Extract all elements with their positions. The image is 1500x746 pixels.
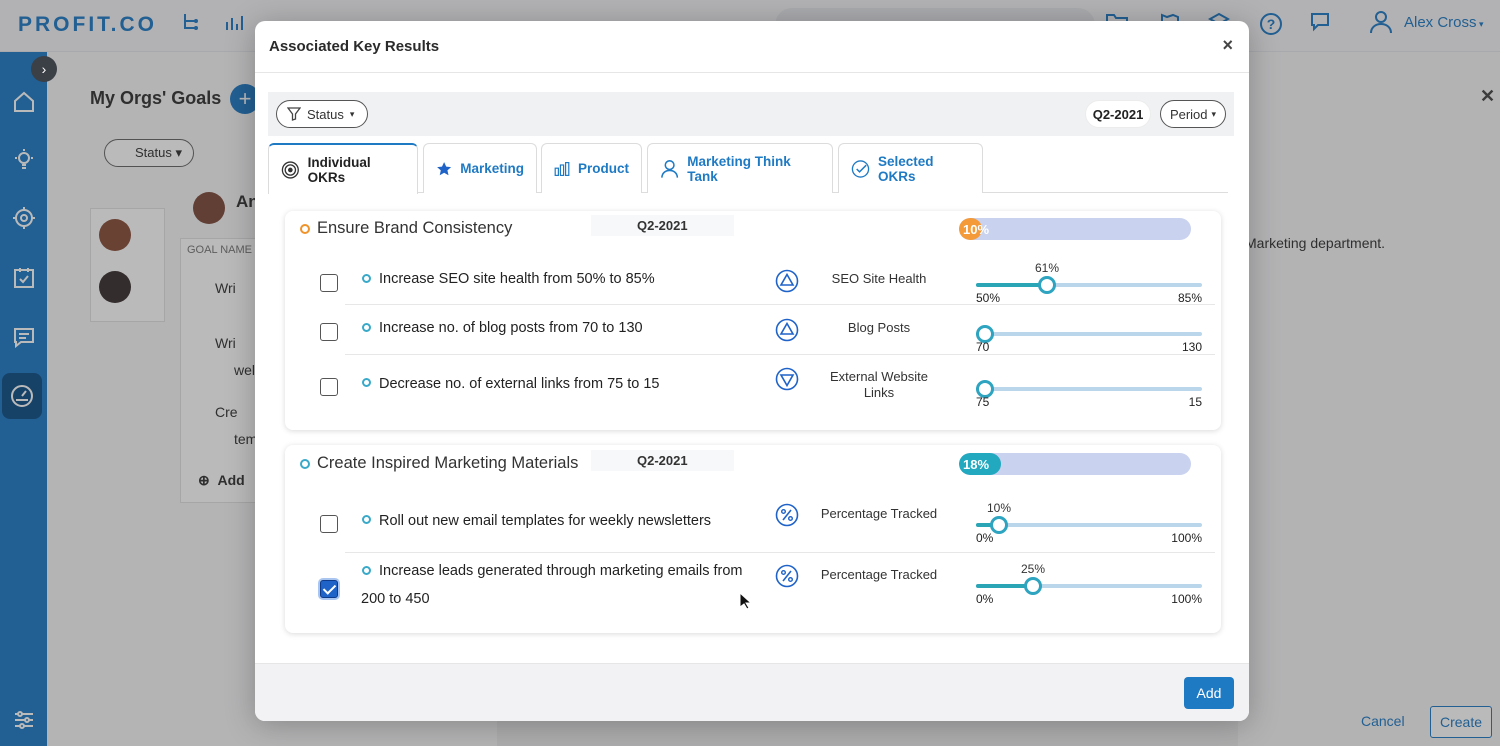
key-result-checkbox[interactable] <box>320 274 338 292</box>
close-icon[interactable]: × <box>1222 35 1233 56</box>
objective-progress-fill: 10% <box>959 218 989 240</box>
slider-min: 0% <box>976 531 994 545</box>
slider-value: 61% <box>1034 261 1060 275</box>
tab-marketing-think-tank[interactable]: Marketing Think Tank <box>647 143 833 193</box>
key-result-progress-slider[interactable]: 61% 50% 85% <box>976 261 1202 307</box>
slider-fill <box>976 283 1047 287</box>
slider-min: 50% <box>976 291 1001 305</box>
slider-track <box>976 332 1202 336</box>
objective-progress-bar: 10% <box>959 218 1191 240</box>
slider-handle[interactable] <box>1024 577 1042 595</box>
chevron-down-icon: ▾ <box>349 108 355 119</box>
person-icon <box>661 159 679 178</box>
key-result-progress-slider[interactable]: 10% 0% 100% <box>976 501 1202 547</box>
mouse-cursor-icon <box>739 592 751 610</box>
filter-bar: Status ▾ Q2-2021 Period ▾ <box>268 92 1234 136</box>
tab-individual-okrs[interactable]: Individual OKRs <box>268 143 418 194</box>
objective-period: Q2-2021 <box>591 215 734 236</box>
status-filter-label: Status <box>307 106 344 122</box>
key-result-progress-slider[interactable]: 25% 0% 100% <box>976 562 1202 608</box>
tab-selected-okrs[interactable]: Selected OKRs <box>838 143 983 193</box>
increase-triangle-icon <box>775 318 799 342</box>
objective-title: Create Inspired Marketing Materials <box>317 454 579 472</box>
key-result-dot <box>362 515 371 524</box>
objective-progress-fill: 18% <box>959 453 1001 475</box>
key-result-title: Decrease no. of external links from 75 t… <box>379 376 660 392</box>
slider-max: 15 <box>1188 395 1202 409</box>
slider-max: 130 <box>1181 340 1202 354</box>
bar-chart-icon <box>554 161 570 176</box>
percent-icon <box>775 503 799 527</box>
objective-status-dot <box>300 459 310 469</box>
star-icon <box>437 161 452 175</box>
key-result-title: Roll out new email templates for weekly … <box>379 513 712 529</box>
slider-value: 10% <box>986 501 1012 515</box>
key-result-dot <box>362 274 371 283</box>
divider <box>345 552 1215 553</box>
slider-track <box>976 387 1202 391</box>
period-value: Q2-2021 <box>1085 100 1151 128</box>
check-circle-icon <box>851 159 870 178</box>
key-result-checkbox[interactable] <box>320 580 338 598</box>
tab-label: Individual OKRs <box>307 154 371 185</box>
key-result-metric: SEO Site Health <box>831 271 927 286</box>
key-result-progress-slider[interactable]: 70 130 <box>976 316 1202 356</box>
slider-max: 100% <box>1171 592 1202 606</box>
key-result-metric: External Website Links <box>829 369 929 400</box>
add-button[interactable]: Add <box>1184 677 1234 709</box>
modal-footer: Add <box>255 663 1249 721</box>
key-result-title: Increase SEO site health from 50% to 85% <box>379 271 655 287</box>
key-result-checkbox[interactable] <box>320 323 338 341</box>
key-result-checkbox[interactable] <box>320 378 338 396</box>
key-result-metric: Percentage Tracked <box>820 506 938 521</box>
slider-min: 0% <box>976 592 994 606</box>
tab-product[interactable]: Product <box>541 143 642 193</box>
tab-label: Marketing Think Tank <box>687 153 791 184</box>
associated-key-results-modal: Associated Key Results × Status ▾ Q2-202… <box>255 21 1249 721</box>
key-result-title: Increase no. of blog posts from 70 to 13… <box>379 320 643 336</box>
modal-header: Associated Key Results × <box>255 21 1249 73</box>
slider-track <box>976 523 1202 527</box>
objective-status-dot <box>300 224 310 234</box>
chevron-down-icon: ▾ <box>1211 108 1217 119</box>
modal-title: Associated Key Results <box>269 38 440 55</box>
period-dropdown[interactable]: Period ▾ <box>1160 100 1226 128</box>
slider-value: 25% <box>1020 562 1046 576</box>
key-result-checkbox[interactable] <box>320 515 338 533</box>
tab-label: Marketing <box>460 161 524 176</box>
divider <box>345 304 1215 305</box>
slider-handle[interactable] <box>1038 276 1056 294</box>
status-filter-button[interactable]: Status ▾ <box>276 100 368 128</box>
expand-nav-button[interactable]: › <box>31 56 57 82</box>
okr-tabs: Individual OKRs Marketing Product Market… <box>268 143 1228 194</box>
objective-period: Q2-2021 <box>591 450 734 471</box>
key-result-metric: Percentage Tracked <box>820 567 938 582</box>
target-icon <box>281 160 299 179</box>
slider-min: 75 <box>976 395 990 409</box>
percent-icon <box>775 564 799 588</box>
key-result-progress-slider[interactable]: 75 15 <box>976 371 1202 411</box>
decrease-triangle-icon <box>775 367 799 391</box>
key-result-dot <box>362 323 371 332</box>
objective-title: Ensure Brand Consistency <box>317 219 513 237</box>
key-result-metric: Blog Posts <box>847 320 911 335</box>
slider-min: 70 <box>976 340 990 354</box>
key-result-dot <box>362 378 371 387</box>
period-label: Period <box>1169 106 1208 122</box>
tab-label: Selected OKRs <box>878 153 934 184</box>
divider <box>345 354 1215 355</box>
increase-triangle-icon <box>775 269 799 293</box>
objective-progress-bar: 18% <box>959 453 1191 475</box>
tab-label: Product <box>577 161 629 176</box>
tab-marketing[interactable]: Marketing <box>423 143 537 193</box>
filter-icon <box>287 107 301 121</box>
slider-max: 100% <box>1171 531 1202 545</box>
slider-max: 85% <box>1177 291 1202 305</box>
key-result-title: Increase leads generated through marketi… <box>361 563 743 607</box>
